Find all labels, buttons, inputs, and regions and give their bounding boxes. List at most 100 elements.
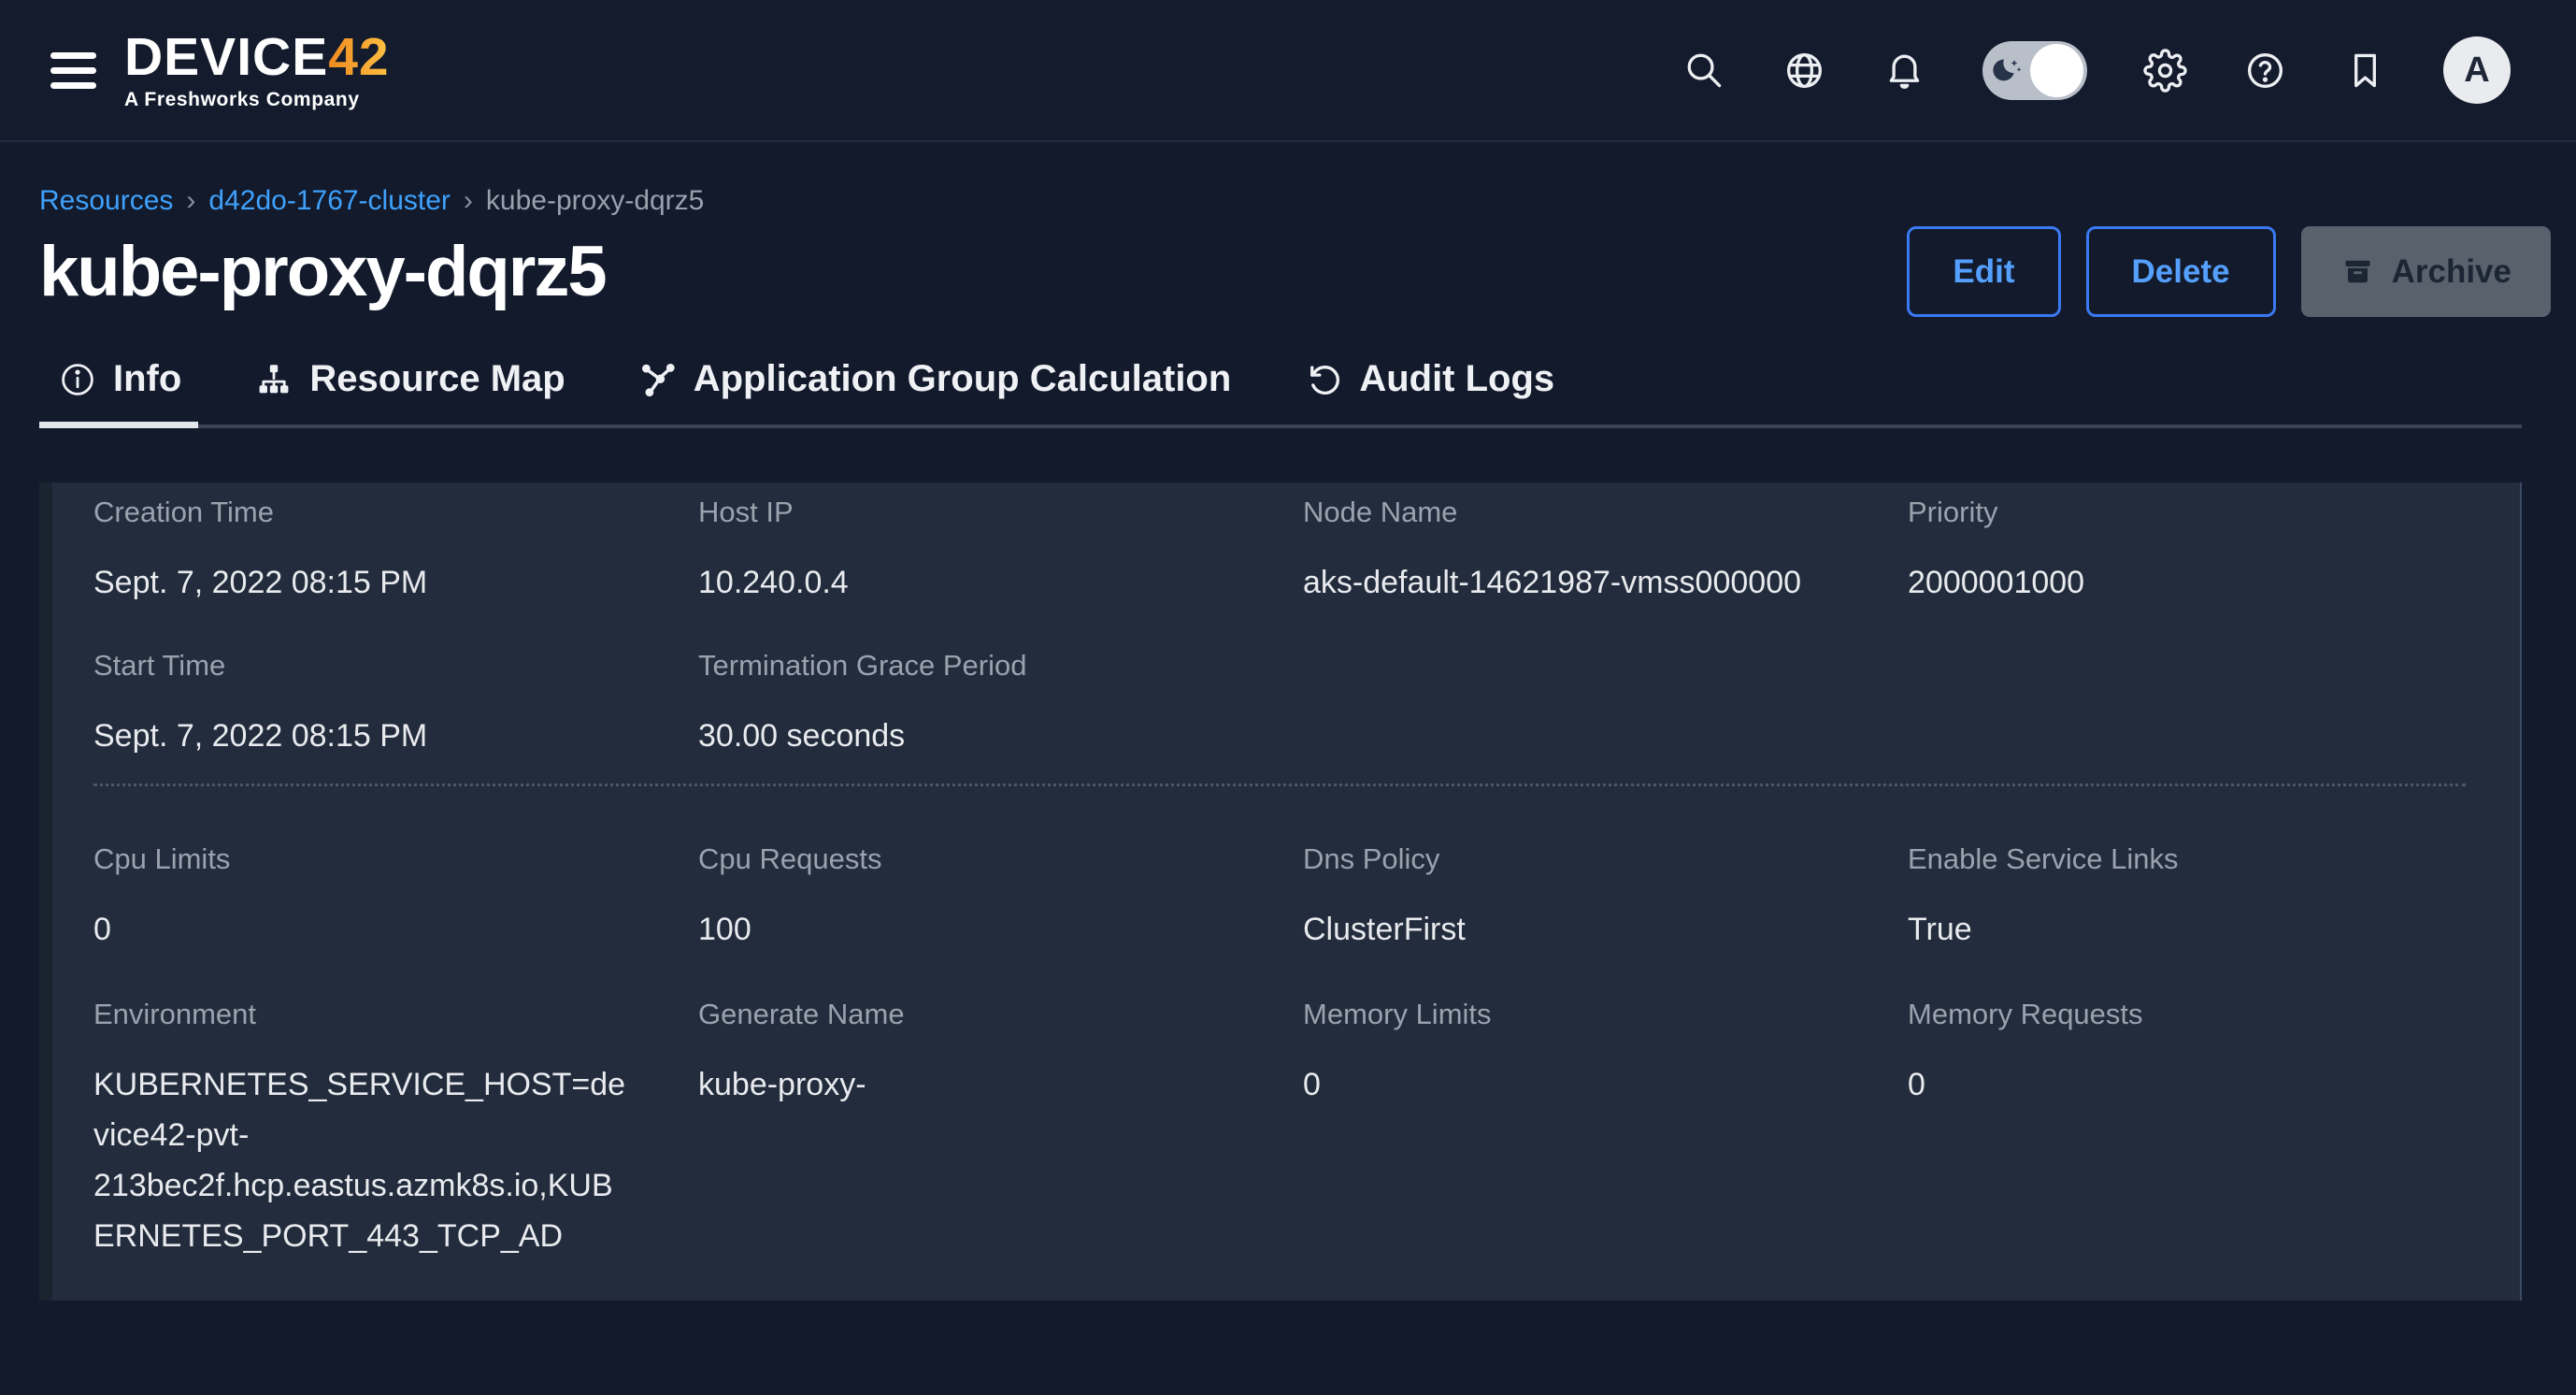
delete-button[interactable]: Delete — [2086, 226, 2276, 317]
info-panel-content: Creation Time Sept. 7, 2022 08:15 PM Hos… — [39, 482, 2520, 1261]
info-row-1: Creation Time Sept. 7, 2022 08:15 PM Hos… — [93, 492, 2466, 608]
field-label: Memory Limits — [1303, 994, 1861, 1035]
tab-application-group-calculation[interactable]: Application Group Calculation — [638, 358, 1232, 400]
breadcrumb-separator: › — [186, 185, 195, 217]
help-icon — [2243, 49, 2287, 93]
top-header: DEVICE42 A Freshworks Company — [0, 0, 2576, 142]
bookmarks-button[interactable] — [2343, 49, 2387, 93]
theme-toggle[interactable] — [1982, 41, 2087, 100]
hamburger-bar — [50, 82, 96, 89]
breadcrumb-separator: › — [464, 185, 473, 217]
breadcrumb-resources[interactable]: Resources — [39, 185, 173, 217]
sitemap-icon — [254, 360, 293, 399]
field-value: 0 — [1303, 1059, 1843, 1110]
field-label: Node Name — [1303, 492, 1861, 533]
main-content: Resources › d42do-1767-cluster › kube-pr… — [0, 185, 2576, 1301]
field-enable-service-links: Enable Service Links True — [1908, 839, 2466, 955]
tab-resource-map[interactable]: Resource Map — [254, 358, 565, 400]
globe-icon — [1782, 49, 1826, 93]
tab-audit-logs[interactable]: Audit Logs — [1304, 358, 1554, 400]
field-memory-requests: Memory Requests 0 — [1908, 994, 2466, 1261]
field-environment: Environment KUBERNETES_SERVICE_HOST=devi… — [93, 994, 651, 1261]
field-cpu-limits: Cpu Limits 0 — [93, 839, 651, 955]
field-label: Priority — [1908, 492, 2466, 533]
field-label: Host IP — [698, 492, 1256, 533]
field-creation-time: Creation Time Sept. 7, 2022 08:15 PM — [93, 492, 651, 608]
archive-button[interactable]: Archive — [2301, 226, 2551, 317]
field-host-ip: Host IP 10.240.0.4 — [698, 492, 1256, 608]
field-label: Memory Requests — [1908, 994, 2466, 1035]
field-value: aks-default-14621987-vmss000000 — [1303, 557, 1843, 608]
info-circle-icon — [58, 360, 97, 399]
notifications-button[interactable] — [1882, 49, 1926, 93]
field-memory-limits: Memory Limits 0 — [1303, 994, 1861, 1261]
node-cluster-icon — [638, 360, 678, 399]
field-value: 10.240.0.4 — [698, 557, 1238, 608]
device42-logo-text: DEVICE42 — [124, 31, 390, 84]
field-label: Dns Policy — [1303, 839, 1861, 880]
settings-button[interactable] — [2143, 49, 2187, 93]
moon-icon — [1990, 52, 2027, 90]
info-panel: Creation Time Sept. 7, 2022 08:15 PM Hos… — [39, 482, 2522, 1301]
page-title: kube-proxy-dqrz5 — [39, 227, 606, 316]
language-button[interactable] — [1782, 49, 1826, 93]
field-cpu-requests: Cpu Requests 100 — [698, 839, 1256, 955]
archive-button-label: Archive — [2392, 253, 2512, 291]
edit-button[interactable]: Edit — [1907, 226, 2060, 317]
header-left: DEVICE42 A Freshworks Company — [50, 31, 390, 109]
search-icon — [1682, 49, 1726, 93]
breadcrumb-cluster[interactable]: d42do-1767-cluster — [208, 185, 451, 217]
field-label: Termination Grace Period — [698, 645, 1256, 686]
bell-icon — [1882, 49, 1926, 93]
gear-icon — [2143, 49, 2187, 93]
tab-label: Info — [113, 358, 181, 400]
tab-bar: Info Resource Map Application Group Calc… — [39, 358, 2522, 428]
history-icon — [1304, 360, 1343, 399]
field-value: True — [1908, 904, 2448, 955]
field-label: Start Time — [93, 645, 651, 686]
breadcrumb-current: kube-proxy-dqrz5 — [486, 185, 704, 217]
help-button[interactable] — [2243, 49, 2287, 93]
field-value: 2000001000 — [1908, 557, 2448, 608]
title-row: kube-proxy-dqrz5 Edit Delete Archive — [39, 226, 2576, 317]
tab-label: Application Group Calculation — [694, 358, 1232, 400]
field-value: 0 — [93, 904, 634, 955]
tab-label: Audit Logs — [1359, 358, 1554, 400]
tab-info[interactable]: Info — [58, 358, 181, 400]
hamburger-bar — [50, 67, 96, 74]
device42-logo-42: 42 — [328, 27, 389, 87]
field-generate-name: Generate Name kube-proxy- — [698, 994, 1256, 1261]
bookmark-icon — [2343, 49, 2387, 93]
info-row-4: Environment KUBERNETES_SERVICE_HOST=devi… — [93, 994, 2466, 1261]
hamburger-menu-button[interactable] — [50, 52, 96, 89]
action-buttons: Edit Delete Archive — [1907, 226, 2551, 317]
field-value: Sept. 7, 2022 08:15 PM — [93, 711, 634, 761]
field-dns-policy: Dns Policy ClusterFirst — [1303, 839, 1861, 955]
user-avatar[interactable]: A — [2443, 36, 2511, 104]
hamburger-bar — [50, 52, 96, 59]
field-label: Cpu Requests — [698, 839, 1256, 880]
field-label: Environment — [93, 994, 651, 1035]
device42-logo[interactable]: DEVICE42 A Freshworks Company — [124, 31, 390, 109]
field-value: KUBERNETES_SERVICE_HOST=device42-pvt-213… — [93, 1059, 634, 1261]
header-actions: A — [1682, 36, 2511, 104]
field-termination-grace-period: Termination Grace Period 30.00 seconds — [698, 645, 1256, 761]
tab-label: Resource Map — [309, 358, 565, 400]
field-start-time: Start Time Sept. 7, 2022 08:15 PM — [93, 645, 651, 761]
breadcrumb: Resources › d42do-1767-cluster › kube-pr… — [39, 185, 2576, 217]
theme-toggle-knob — [2030, 44, 2083, 97]
field-value: 0 — [1908, 1059, 2448, 1110]
field-value: 100 — [698, 904, 1238, 955]
field-value: Sept. 7, 2022 08:15 PM — [93, 557, 634, 608]
field-label: Enable Service Links — [1908, 839, 2466, 880]
field-priority: Priority 2000001000 — [1908, 492, 2466, 608]
info-row-3: Cpu Limits 0 Cpu Requests 100 Dns Policy… — [93, 839, 2466, 955]
device42-logo-subtitle: A Freshworks Company — [124, 90, 390, 109]
field-value: ClusterFirst — [1303, 904, 1843, 955]
search-button[interactable] — [1682, 49, 1726, 93]
field-label: Creation Time — [93, 492, 651, 533]
field-value: 30.00 seconds — [698, 711, 1238, 761]
field-label: Cpu Limits — [93, 839, 651, 880]
panel-scrollbar[interactable] — [39, 482, 52, 1301]
field-value: kube-proxy- — [698, 1059, 1238, 1110]
